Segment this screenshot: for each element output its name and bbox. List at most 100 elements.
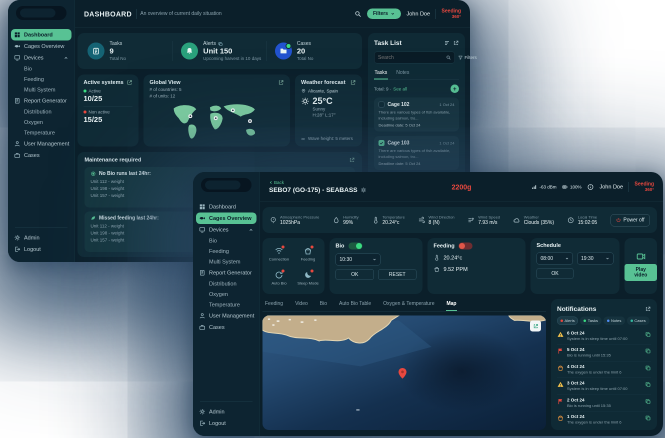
sidebar-item-logout[interactable]: Logout (8, 244, 75, 256)
cage-location-pin[interactable] (398, 368, 407, 379)
sidebar-item-admin[interactable]: Admin (8, 232, 75, 244)
notification-item[interactable]: 1 Oct 24 The oxygen is under the limit 6 (557, 411, 651, 427)
sidebar-item-cases[interactable]: Cases (8, 150, 75, 162)
bio-toggle[interactable] (348, 242, 363, 250)
meter-wind-direction: Wind Direction 8 (N) (418, 215, 455, 225)
sidebar-item-report-generator[interactable]: Report Generator (8, 95, 75, 107)
bio-reset-button[interactable]: RESET (378, 269, 417, 280)
tab-video[interactable]: Video (295, 299, 309, 311)
list-icon[interactable] (444, 40, 450, 46)
tab-bio[interactable]: Bio (319, 299, 327, 311)
task-checkbox[interactable] (378, 140, 385, 147)
notification-item[interactable]: 3 Oct 24 System is in sleep time until 07… (557, 378, 651, 395)
copy-icon[interactable] (645, 415, 651, 421)
add-task-button[interactable]: + (450, 84, 459, 93)
sidebar-item-devices[interactable]: Devices (8, 52, 75, 64)
external-link-icon[interactable] (278, 80, 284, 86)
copy-icon[interactable] (645, 382, 651, 388)
sidebar-item-dashboard[interactable]: Dashboard (11, 29, 72, 41)
sidebar-item-temperature[interactable]: Temperature (193, 300, 260, 311)
filters-button[interactable]: Filters (366, 8, 401, 19)
bio-time-select[interactable]: 10:30 (335, 253, 381, 266)
filter-chip-tasks[interactable]: Tasks (580, 316, 602, 325)
connection-control[interactable]: Connection (265, 243, 294, 265)
sidebar-item-distribution[interactable]: Distribution (8, 107, 75, 118)
sidebar-item-bio[interactable]: Bio (193, 236, 260, 247)
task-item[interactable]: Cage 102 1 Oct 24 There are various type… (374, 97, 459, 132)
copy-icon[interactable] (645, 365, 651, 371)
sidebar-item-temperature[interactable]: Temperature (8, 128, 75, 139)
sidebar-item-report-generator[interactable]: Report Generator (193, 267, 260, 279)
sidebar-item-feeding[interactable]: Feeding (193, 246, 260, 257)
wifi-icon (275, 245, 285, 256)
task-checkbox[interactable] (378, 101, 385, 108)
feeding-control[interactable]: Feeding (294, 243, 323, 265)
sidebar-item-distribution[interactable]: Distribution (193, 279, 260, 290)
copy-icon[interactable] (645, 398, 651, 404)
feeder-icon (304, 245, 314, 256)
tab-oxygen-temperature[interactable]: Oxygen & Temperature (383, 299, 435, 311)
gear-icon[interactable] (361, 187, 367, 193)
schedule-from-select[interactable]: 08:00 (536, 252, 573, 265)
copy-icon[interactable] (218, 41, 223, 46)
notification-item[interactable]: 2 Oct 24 Bio is running until 15:35 (557, 395, 651, 412)
map-expand-button[interactable] (530, 320, 541, 332)
notification-item[interactable]: 5 Oct 24 Bio is running until 15:35 (557, 345, 651, 362)
filter-chip-cases[interactable]: Cases (626, 316, 650, 325)
task-item[interactable]: Cage 103 1 Oct 24 There are various type… (374, 136, 459, 171)
external-link-icon[interactable] (350, 80, 356, 86)
external-link-icon[interactable] (349, 157, 355, 163)
copy-icon[interactable] (645, 348, 651, 354)
filter-chip-notes[interactable]: Notes (603, 316, 625, 325)
schedule-to-select[interactable]: 19:30 (577, 252, 614, 265)
sidebar-item-bio[interactable]: Bio (8, 64, 75, 75)
refresh-icon (275, 269, 285, 280)
feeding-toggle[interactable] (458, 242, 473, 250)
dashboard-topbar: DASHBOARD An overview of current daily s… (75, 0, 470, 28)
sidebar-footer: Admin Logout (8, 223, 75, 256)
external-link-icon[interactable] (453, 40, 459, 46)
sidebar-item-multi-system[interactable]: Multi System (8, 85, 75, 96)
power-off-button[interactable]: Power off (610, 213, 650, 227)
tab-auto-bio-table[interactable]: Auto Bio Table (339, 299, 372, 311)
sidebar-item-oxygen[interactable]: Oxygen (193, 289, 260, 300)
sidebar-item-admin[interactable]: Admin (193, 406, 260, 418)
bio-ok-button[interactable]: OK (335, 269, 374, 280)
external-link-icon[interactable] (127, 80, 133, 86)
sidebar-item-user-management[interactable]: User Management (8, 138, 75, 150)
sidebar-item-oxygen[interactable]: Oxygen (8, 117, 75, 128)
tab-feeding[interactable]: Feeding (265, 299, 284, 311)
sidebar-item-multi-system[interactable]: Multi System (193, 257, 260, 268)
folder-icon (274, 42, 292, 60)
sidebar-item-feeding[interactable]: Feeding (8, 74, 75, 85)
back-button[interactable]: Back (269, 180, 367, 185)
sidebar-item-dashboard[interactable]: Dashboard (193, 201, 260, 213)
sidebar-item-devices[interactable]: Devices (193, 224, 260, 236)
user-name[interactable]: John Doe (600, 184, 624, 190)
schedule-ok-button[interactable]: OK (536, 268, 574, 279)
play-video-button[interactable]: Play video (624, 263, 657, 281)
see-all-link[interactable]: See all (393, 86, 407, 91)
tab-tasks[interactable]: Tasks (374, 69, 388, 80)
notification-item[interactable]: 4 Oct 24 The oxygen is under the limit 6 (557, 361, 651, 379)
notification-item[interactable]: 6 Oct 24 System is in sleep time until 07… (557, 328, 651, 345)
tab-map[interactable]: Map (445, 299, 457, 311)
sidebar-item-cages-overview[interactable]: Cages Overview (8, 41, 75, 53)
info-icon[interactable] (587, 183, 594, 190)
sidebar-item-user-management[interactable]: User Management (193, 310, 260, 322)
search-input[interactable] (378, 54, 444, 61)
user-name[interactable]: John Doe (407, 11, 431, 17)
satellite-map[interactable] (262, 315, 546, 430)
task-filters-button[interactable]: Filters (458, 55, 477, 60)
sleep-mode-control[interactable]: Sleep Mode (294, 267, 323, 289)
sidebar-item-cases[interactable]: Cases (193, 322, 260, 334)
sidebar-item-logout[interactable]: Logout (193, 418, 260, 430)
filter-chip-alerts[interactable]: Alerts (557, 316, 579, 325)
sidebar-item-cages-overview[interactable]: Cages Overview (196, 212, 257, 224)
search-icon (446, 55, 451, 60)
copy-icon[interactable] (645, 332, 651, 338)
external-link-icon[interactable] (645, 306, 651, 312)
auto-bio-control[interactable]: Auto Bio (265, 267, 294, 289)
search-icon[interactable] (354, 10, 361, 17)
tab-notes[interactable]: Notes (396, 69, 410, 80)
